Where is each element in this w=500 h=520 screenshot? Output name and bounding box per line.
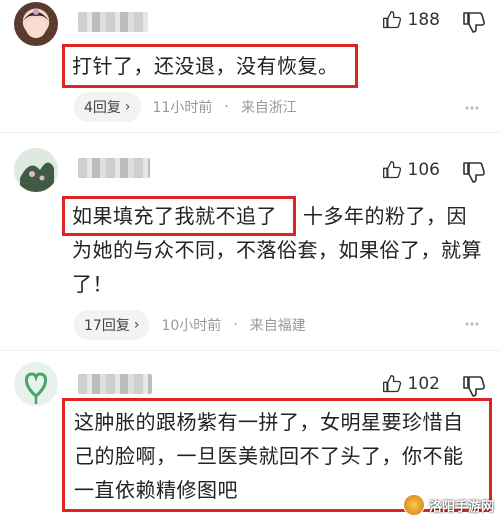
comment-meta: 17回复 › 10小时前 · 来自福建 <box>74 310 306 340</box>
reply-label: 17回复 <box>84 318 130 334</box>
thumbs-down-icon[interactable] <box>462 10 486 34</box>
location: 来自浙江 <box>240 100 297 116</box>
like-count: 102 <box>407 374 440 394</box>
reply-label: 4回复 <box>84 100 121 116</box>
comment-meta: 4回复 › 11小时前 · 来自浙江 <box>74 92 297 122</box>
thumbs-down-icon[interactable] <box>462 160 486 184</box>
like-button[interactable]: 188 <box>382 10 440 30</box>
comment-text: 这肿胀的跟杨紫有一拼了，女明星要珍惜自己的脸啊，一旦医美就回不了头了，你不能一直… <box>74 410 464 502</box>
thumbs-down-icon[interactable] <box>462 374 486 398</box>
avatar[interactable] <box>14 2 58 46</box>
more-options-icon[interactable] <box>464 100 480 116</box>
like-button[interactable]: 106 <box>382 160 440 180</box>
thumbs-up-icon <box>382 375 401 393</box>
avatar-image <box>14 148 58 192</box>
location: 来自福建 <box>249 318 306 334</box>
thumbs-up-icon <box>382 161 401 179</box>
avatar-image <box>14 362 58 406</box>
avatar-image <box>22 9 50 38</box>
username-blurred[interactable] <box>78 374 152 394</box>
watermark-text: 洛阳手游网 <box>428 499 494 515</box>
reply-button[interactable]: 4回复 › <box>74 92 141 122</box>
avatar[interactable] <box>14 148 58 192</box>
like-count: 188 <box>407 10 440 30</box>
avatar[interactable] <box>14 362 58 406</box>
timestamp: 11小时前 <box>152 100 213 116</box>
like-count: 106 <box>407 160 440 180</box>
chevron-right-icon: › <box>133 317 140 333</box>
username-blurred[interactable] <box>78 12 148 32</box>
meta-dot: · <box>224 99 229 115</box>
username-blurred[interactable] <box>78 158 150 178</box>
reply-button[interactable]: 17回复 › <box>74 310 150 340</box>
divider <box>0 132 500 133</box>
divider <box>0 350 500 351</box>
comment-text: 打针了，还没退，没有恢复。 <box>72 54 339 78</box>
more-options-icon[interactable] <box>464 316 480 332</box>
watermark: 洛阳手游网 <box>402 494 494 516</box>
watermark-logo-icon <box>402 494 425 516</box>
thumbs-up-icon <box>382 11 401 29</box>
chevron-right-icon: › <box>124 99 131 115</box>
timestamp: 10小时前 <box>161 318 222 334</box>
comment-text: 如果填充了我就不追了 十多年的粉了，因为她的与众不同，不落俗套，如果俗了，就算了！ <box>72 204 482 296</box>
meta-dot: · <box>233 317 238 333</box>
like-button[interactable]: 102 <box>382 374 440 394</box>
